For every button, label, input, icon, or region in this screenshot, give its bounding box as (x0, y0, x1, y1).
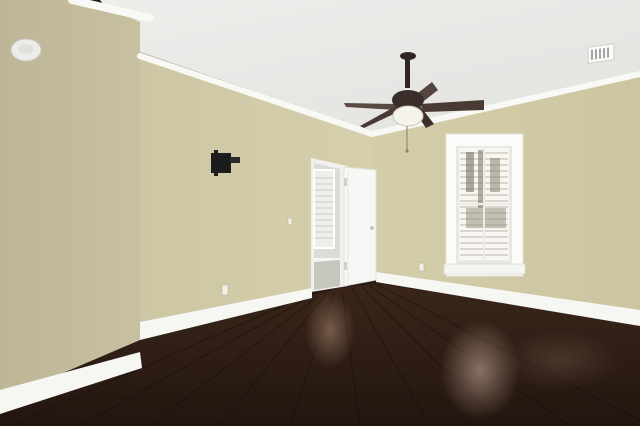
open-doorway (311, 158, 348, 292)
window-with-shutters (443, 133, 526, 277)
room-scene (0, 0, 640, 426)
smoke-detector (10, 38, 42, 62)
hallway-window (313, 169, 335, 249)
light-fixture (392, 105, 424, 127)
door-knob (370, 226, 374, 230)
open-door (343, 166, 377, 287)
air-vent (587, 43, 615, 64)
window-sill (443, 263, 526, 275)
